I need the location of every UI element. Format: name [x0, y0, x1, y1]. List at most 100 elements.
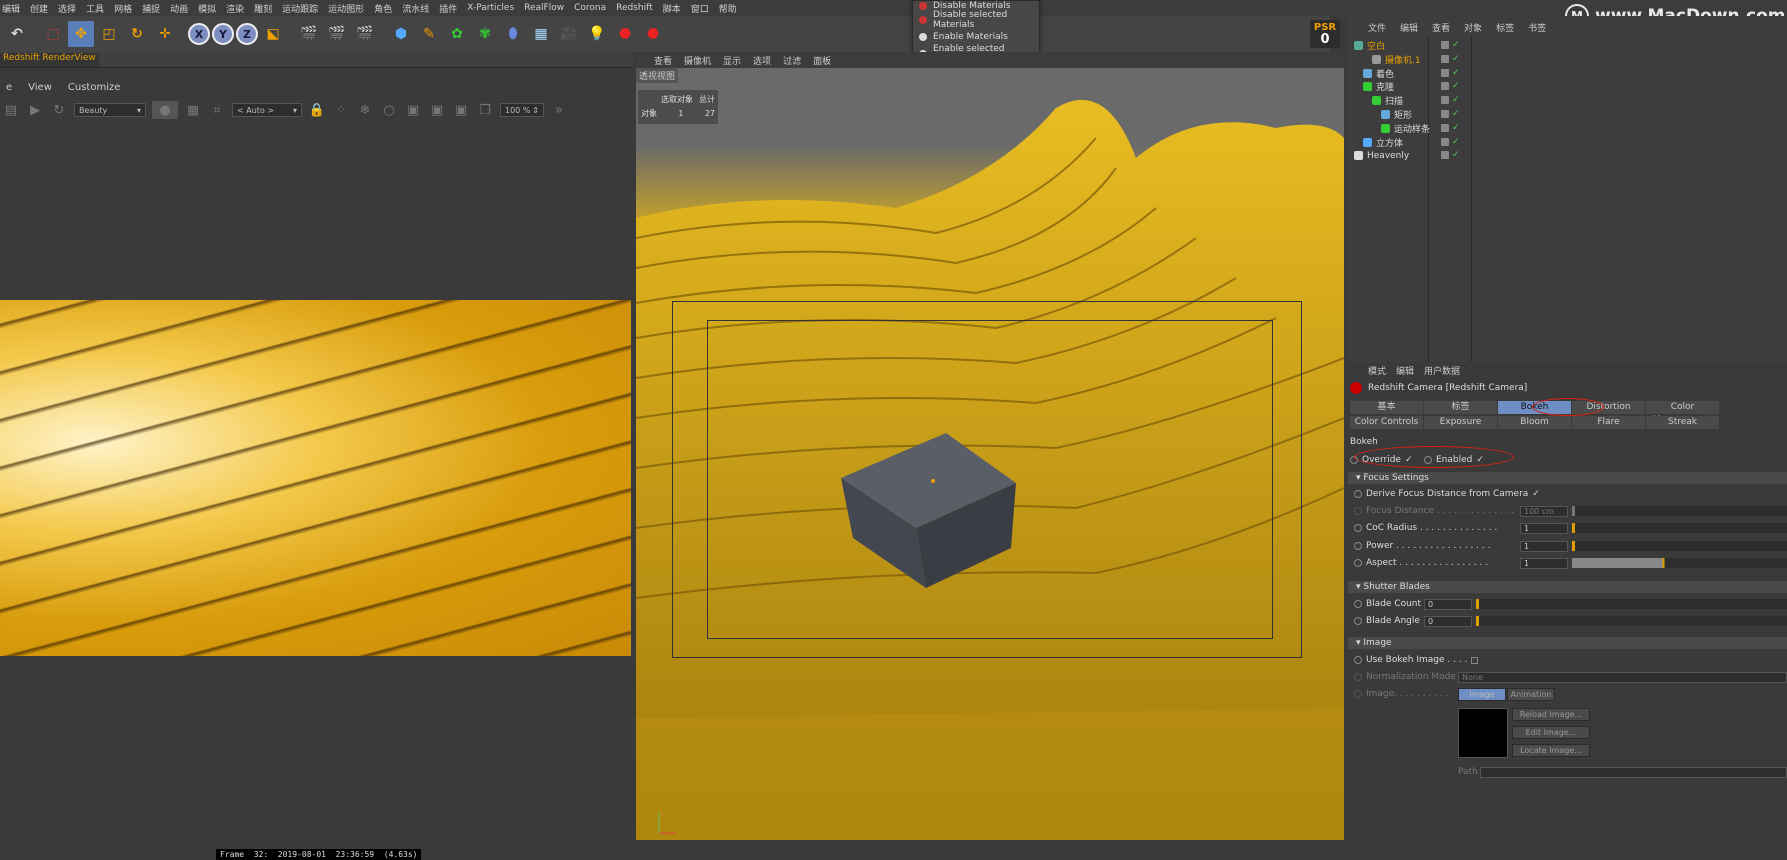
focus-distance-field[interactable]: 100 cm [1520, 506, 1568, 517]
viewport-menu-item[interactable]: 查看 [654, 54, 672, 67]
image-section[interactable]: ▾ Image [1348, 637, 1787, 649]
menu-item[interactable]: 脚本 [663, 2, 681, 15]
om-menu-item[interactable]: 编辑 [1400, 21, 1418, 35]
visibility-toggles[interactable]: ✓ [1441, 68, 1460, 78]
zoom-field[interactable]: 100 % ⇕ [500, 103, 544, 117]
menu-item[interactable]: 捕捉 [142, 2, 160, 15]
undo-icon[interactable]: ↶ [4, 21, 30, 47]
menu-item[interactable]: 角色 [374, 2, 392, 15]
save-image-icon[interactable]: ▣ [452, 101, 470, 119]
render-view-tab[interactable]: Redshift RenderView [0, 53, 99, 67]
viewport-menu-item[interactable]: 过滤 [783, 54, 801, 67]
reload-image-button[interactable]: Reload Image... [1512, 708, 1590, 721]
play-icon[interactable]: ▶ [26, 101, 44, 119]
menu-item[interactable]: RealFlow [524, 3, 564, 13]
om-menu-item[interactable]: 书签 [1528, 21, 1546, 35]
image-icon[interactable]: ▣ [404, 101, 422, 119]
render-view-menu-item[interactable]: e [6, 82, 12, 96]
pen-icon[interactable]: ✎ [416, 21, 442, 47]
copy-icon[interactable]: ❐ [476, 101, 494, 119]
redshift-light-icon[interactable]: ⬣ [640, 21, 666, 47]
menu-item[interactable]: 动画 [170, 2, 188, 15]
menu-item[interactable]: 流水线 [402, 2, 429, 15]
dropdown-item[interactable]: Disable selected Materials [913, 10, 1039, 30]
am-menu-item[interactable]: 编辑 [1396, 364, 1414, 378]
focus-distance-slider[interactable] [1572, 506, 1787, 516]
menu-item[interactable]: 运动跟踪 [282, 2, 318, 15]
aov-channel-select[interactable]: < Auto > ▾ [232, 103, 302, 117]
om-menu-item[interactable]: 标签 [1496, 21, 1514, 35]
perspective-viewport[interactable]: 查看 摄像机 显示 选项 过滤 面板 透视视图 选取对象 总计 对象 1 27 [636, 52, 1344, 840]
menu-item[interactable]: Redshift [616, 3, 653, 13]
light-tool-icon[interactable]: 💡 [584, 21, 610, 47]
menu-item[interactable]: 窗口 [691, 2, 709, 15]
coc-radius-slider[interactable] [1572, 523, 1787, 533]
viewport-menu-item[interactable]: 面板 [813, 54, 831, 67]
attribute-tab[interactable]: Color Controls [1350, 416, 1423, 429]
object-row[interactable]: 着色 ✓ [1346, 66, 1460, 81]
attribute-tab[interactable]: 基本 [1350, 401, 1423, 414]
dropdown-item[interactable]: Enable Materials [913, 28, 1039, 45]
visibility-toggles[interactable]: ✓ [1441, 82, 1460, 91]
rotate-icon[interactable]: ↻ [124, 21, 150, 47]
locate-image-button[interactable]: Locate Image... [1512, 744, 1590, 757]
menu-item[interactable]: 运动图形 [328, 2, 364, 15]
edit-image-button[interactable]: Edit Image... [1512, 726, 1590, 739]
visibility-toggles[interactable]: ✓ [1441, 96, 1460, 105]
am-menu-item[interactable]: 模式 [1368, 364, 1386, 378]
bokeh-image-preview[interactable] [1458, 708, 1508, 758]
deformer-icon[interactable]: ⬮ [500, 21, 526, 47]
coc-radius-field[interactable]: 1 [1520, 523, 1568, 534]
attribute-tab[interactable]: Flare [1572, 416, 1645, 429]
viewport-scene[interactable]: 透视视图 选取对象 总计 对象 1 27 [636, 68, 1344, 840]
use-bokeh-image-checkbox[interactable]: Use Bokeh Image . . . . [1354, 653, 1479, 667]
stop-icon[interactable]: ● [152, 101, 178, 119]
y-axis-icon[interactable]: Y [212, 23, 234, 45]
blade-angle-field[interactable]: 0 [1424, 616, 1472, 627]
derive-focus-checkbox[interactable]: Derive Focus Distance from Camera ✓ [1354, 487, 1540, 501]
focus-settings-section[interactable]: ▾ Focus Settings [1348, 472, 1787, 484]
x-axis-icon[interactable]: X [188, 23, 210, 45]
menu-item[interactable]: 插件 [439, 2, 457, 15]
coordinate-system-icon[interactable]: ⬕ [260, 21, 286, 47]
power-field[interactable]: 1 [1520, 541, 1568, 552]
aspect-slider[interactable] [1572, 558, 1787, 568]
normalization-mode-select[interactable]: None [1458, 672, 1787, 683]
menu-item[interactable]: 创建 [30, 2, 48, 15]
cube-object[interactable] [841, 423, 1016, 588]
render-picture-viewer-icon[interactable]: 🎬 [324, 21, 350, 47]
object-row[interactable]: 空白 ✓ [1346, 38, 1460, 53]
object-row[interactable]: Heavenly ✓ [1346, 148, 1460, 163]
bucket-icon[interactable]: ⁘ [332, 101, 350, 119]
visibility-toggles[interactable]: ✓ [1441, 137, 1460, 147]
attribute-tab[interactable]: Color Management [1646, 401, 1719, 425]
attribute-tab[interactable]: Streak [1646, 416, 1719, 429]
aov-select[interactable]: Beauty ▾ [74, 103, 146, 117]
object-row[interactable]: 克隆 ✓ [1346, 79, 1460, 94]
attribute-tab[interactable]: Bloom [1498, 416, 1571, 429]
clapper-icon[interactable]: ▤ [2, 101, 20, 119]
edit-render-settings-icon[interactable]: 🎬 [352, 21, 378, 47]
blade-angle-slider[interactable] [1476, 616, 1787, 626]
viewport-menu-item[interactable]: 摄像机 [684, 54, 711, 67]
object-row[interactable]: 矩形 ✓ [1346, 107, 1460, 122]
attribute-tab[interactable]: 标签 [1424, 401, 1497, 414]
menu-item[interactable]: 编辑 [2, 2, 20, 15]
aspect-field[interactable]: 1 [1520, 558, 1568, 569]
lock-icon[interactable]: 🔒 [308, 101, 326, 119]
render-view-menu-item[interactable]: View [28, 82, 52, 96]
menu-item[interactable]: X-Particles [467, 3, 514, 13]
attribute-tab[interactable]: Exposure [1424, 416, 1497, 429]
visibility-toggles[interactable]: ✓ [1441, 41, 1460, 50]
viewport-menu-item[interactable]: 显示 [723, 54, 741, 67]
object-row[interactable]: 摄像机.1 ✓ [1346, 52, 1460, 67]
menu-item[interactable]: Corona [574, 3, 606, 13]
visibility-toggles[interactable]: ✓ [1441, 151, 1460, 160]
cloner-icon[interactable]: ✾ [472, 21, 498, 47]
om-menu-item[interactable]: 对象 [1464, 21, 1482, 35]
camera-tool-icon[interactable]: 🎥 [556, 21, 582, 47]
blade-count-field[interactable]: 0 [1424, 599, 1472, 610]
viewport-menu-item[interactable]: 选项 [753, 54, 771, 67]
visibility-toggles[interactable]: ✓ [1441, 110, 1460, 119]
blade-count-slider[interactable] [1476, 599, 1787, 609]
